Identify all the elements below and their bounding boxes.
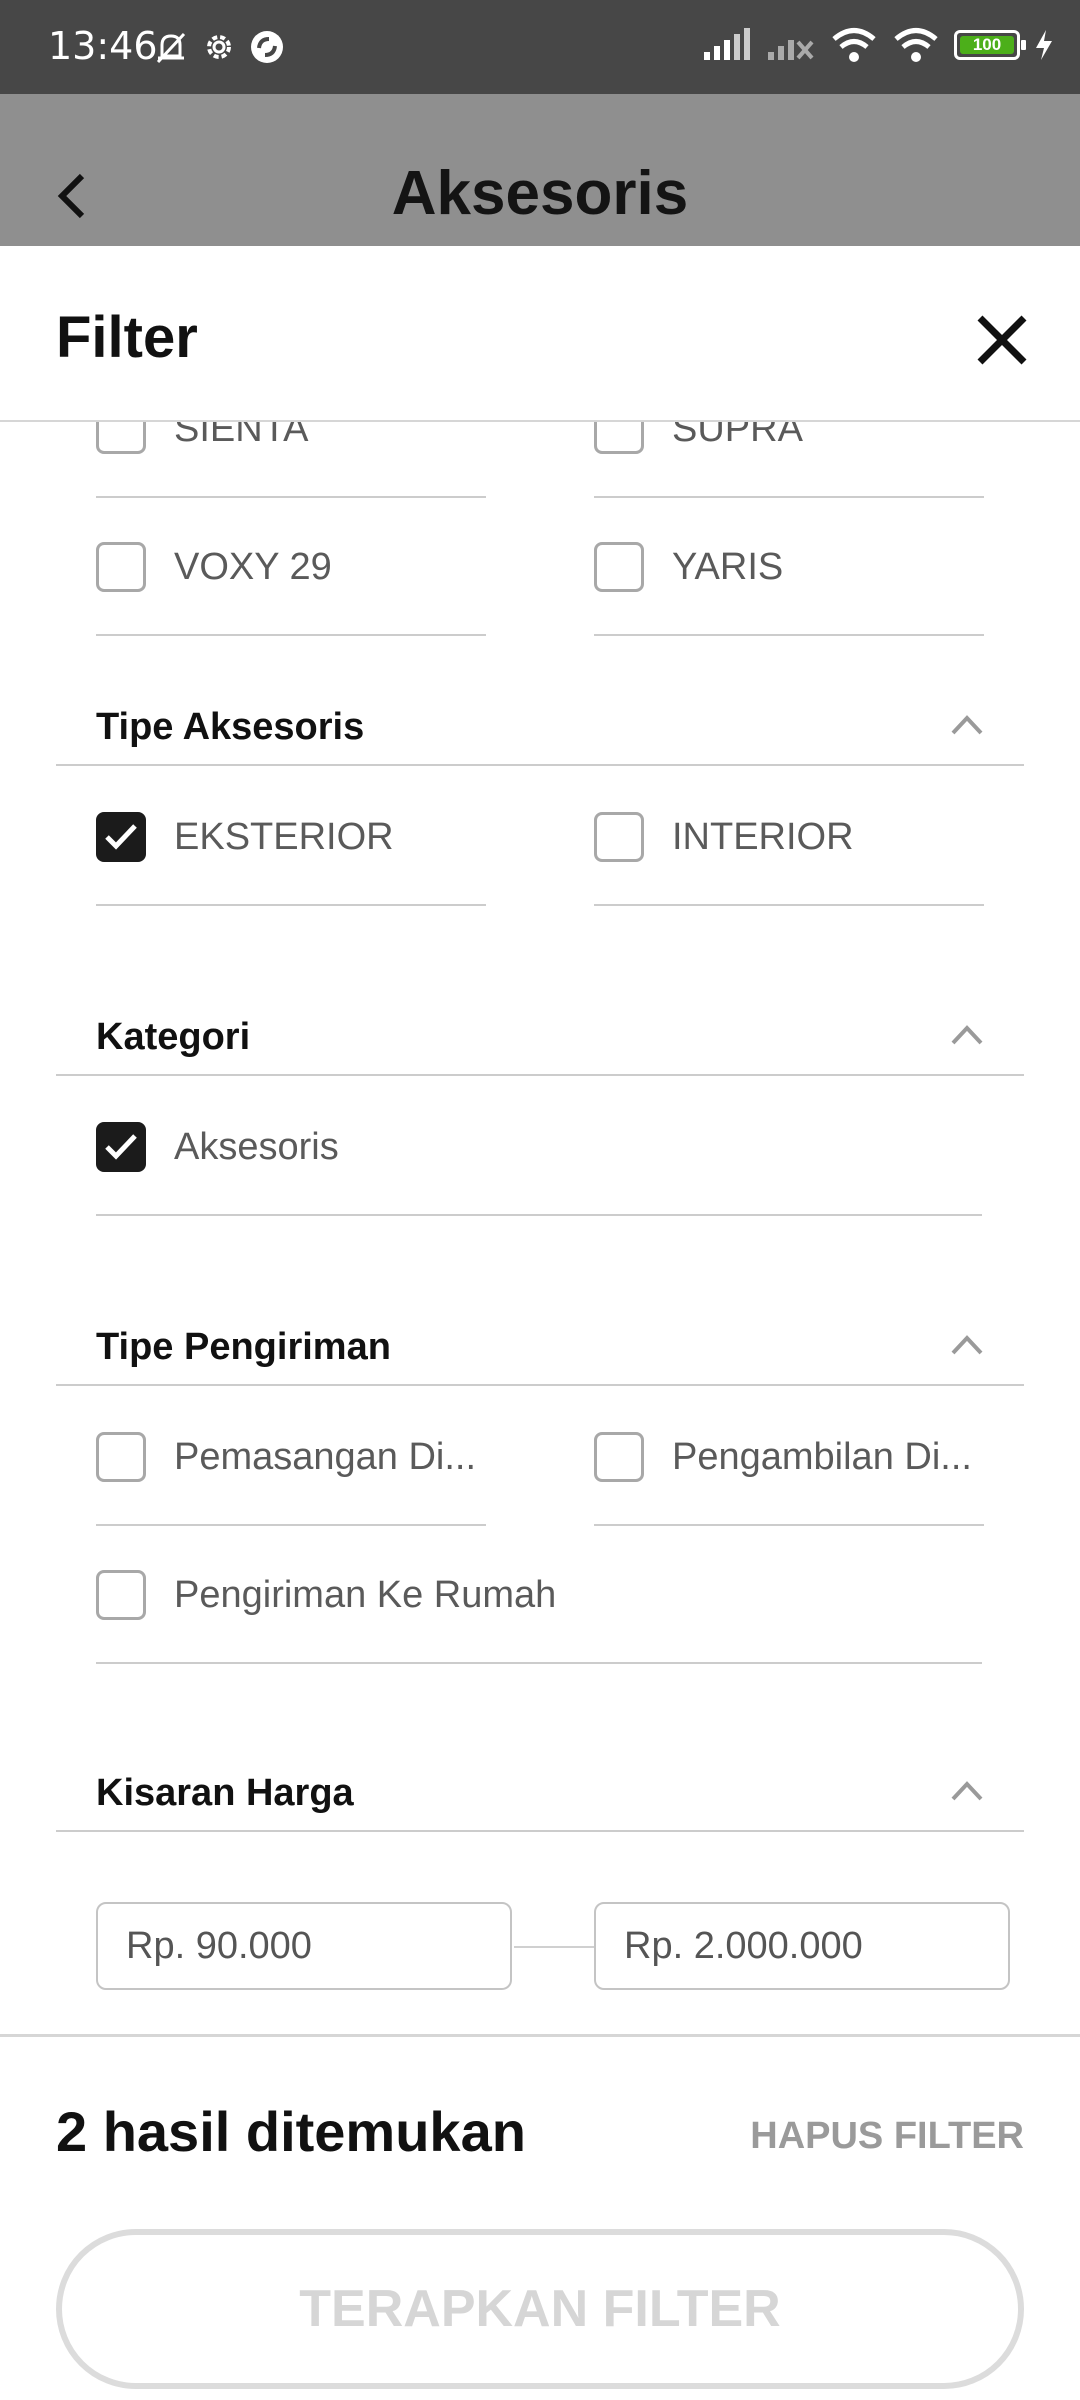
filter-footer: 2 hasil ditemukan HAPUS FILTER TERAPKAN … [0, 2034, 1080, 2400]
checkbox-item-pengambilan[interactable]: Pengambilan Di... [594, 1388, 984, 1526]
section-title: Kategori [96, 1016, 251, 1058]
checkbox-label: VOXY 29 [174, 546, 332, 588]
checkbox[interactable] [594, 812, 644, 862]
wifi-icon [832, 28, 876, 62]
signal-icon [704, 28, 750, 60]
price-min-input[interactable]: Rp. 90.000 [96, 1902, 512, 1990]
checkbox-item-sienta[interactable]: SIENTA [96, 422, 486, 498]
section-header-tipe-aksesoris[interactable]: Tipe Aksesoris [56, 684, 1024, 766]
checkbox[interactable] [96, 1570, 146, 1620]
wifi-secondary-icon [894, 28, 938, 62]
price-range-divider [514, 1946, 594, 1948]
settings-gear-icon [207, 35, 231, 59]
signal-no-service-icon [768, 40, 814, 60]
checkbox-item-pengiriman-rumah[interactable]: Pengiriman Ke Rumah [96, 1526, 982, 1664]
checkbox-label: Pengambilan Di... [672, 1436, 972, 1478]
status-system-icons: 100 [702, 26, 1054, 64]
checkbox-item-eksterior[interactable]: EKSTERIOR [96, 768, 486, 906]
status-time: 13:46 [48, 24, 158, 68]
chevron-up-icon[interactable] [950, 712, 984, 736]
checkbox-label: SUPRA [672, 422, 803, 450]
section-header-kategori[interactable]: Kategori [56, 994, 1024, 1076]
chevron-up-icon[interactable] [950, 1332, 984, 1356]
checkbox-checked[interactable] [96, 812, 146, 862]
check-icon [105, 824, 137, 850]
checkbox-item-supra[interactable]: SUPRA [594, 422, 984, 498]
result-count: 2 hasil ditemukan [56, 2100, 526, 2163]
chevron-up-icon[interactable] [950, 1022, 984, 1046]
filter-scroll-area[interactable]: SIENTA SUPRA VOXY 29 YARIS Tipe Aksesori… [0, 422, 1080, 2034]
battery-icon: 100 [954, 30, 1026, 60]
status-notification-icons [152, 28, 286, 66]
checkbox-label: EKSTERIOR [174, 816, 394, 858]
checkbox[interactable] [96, 1432, 146, 1482]
checkbox[interactable] [594, 422, 644, 454]
status-bar: 13:46 100 [0, 0, 1080, 94]
checkbox-label: INTERIOR [672, 816, 854, 858]
charging-bolt-icon [1036, 30, 1052, 60]
checkbox-item-yaris[interactable]: YARIS [594, 498, 984, 636]
checkbox-label: Aksesoris [174, 1126, 339, 1168]
checkbox-checked[interactable] [96, 1122, 146, 1172]
checkbox-label: Pengiriman Ke Rumah [174, 1574, 557, 1616]
filter-title: Filter [56, 305, 198, 370]
checkbox[interactable] [594, 1432, 644, 1482]
checkbox-item-voxy[interactable]: VOXY 29 [96, 498, 486, 636]
checkbox[interactable] [96, 542, 146, 592]
section-header-tipe-pengiriman[interactable]: Tipe Pengiriman [56, 1304, 1024, 1386]
checkbox[interactable] [96, 422, 146, 454]
checkbox-label: SIENTA [174, 422, 309, 450]
price-max-input[interactable]: Rp. 2.000.000 [594, 1902, 1010, 1990]
checkbox-item-aksesoris[interactable]: Aksesoris [96, 1078, 982, 1216]
checkbox[interactable] [594, 542, 644, 592]
page-title: Aksesoris [391, 159, 689, 228]
filter-header: Filter [0, 246, 1080, 422]
reset-filter-button[interactable]: HAPUS FILTER [750, 2115, 1024, 2158]
sync-app-icon [251, 31, 283, 63]
section-title: Tipe Pengiriman [96, 1326, 391, 1368]
checkbox-item-pemasangan[interactable]: Pemasangan Di... [96, 1388, 486, 1526]
section-title: Tipe Aksesoris [96, 706, 365, 748]
filter-sheet: Filter SIENTA SUPRA VOXY 29 YARIS Tipe A… [0, 246, 1080, 2400]
checkbox-item-interior[interactable]: INTERIOR [594, 768, 984, 906]
apply-filter-button[interactable]: TERAPKAN FILTER [56, 2229, 1024, 2389]
section-title: Kisaran Harga [96, 1772, 354, 1814]
check-icon [105, 1134, 137, 1160]
close-icon[interactable] [974, 312, 1030, 368]
checkbox-label: Pemasangan Di... [174, 1436, 477, 1478]
muted-bell-icon [156, 32, 186, 64]
checkbox-label: YARIS [672, 546, 784, 588]
chevron-up-icon[interactable] [950, 1778, 984, 1802]
section-header-kisaran-harga[interactable]: Kisaran Harga [56, 1750, 1024, 1832]
